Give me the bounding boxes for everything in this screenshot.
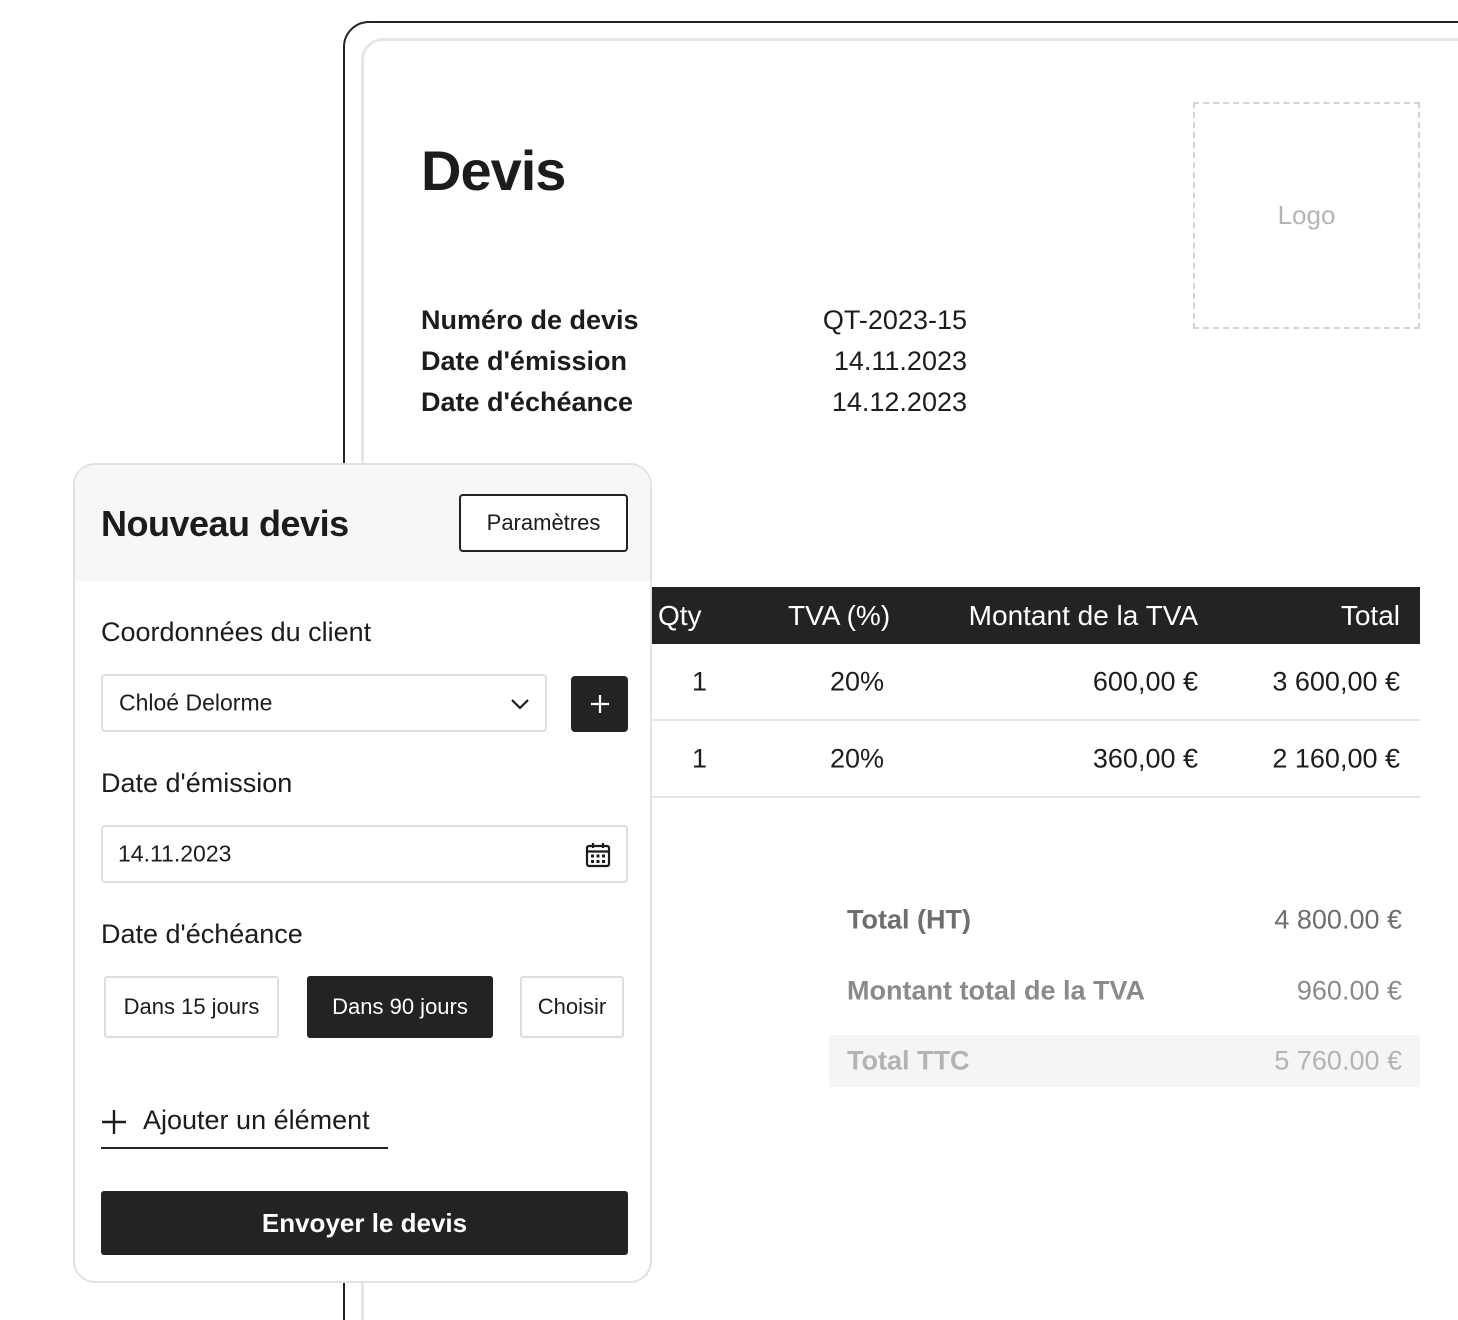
summary-total-ht-value: 4 800.00 € [1274,904,1402,935]
cell-qty: 1 [692,743,708,773]
add-client-button[interactable] [571,676,628,732]
due-date-row: Date d'échéance 14.12.2023 [421,387,967,421]
column-header-tva: TVA (%) [788,599,891,631]
cell-tva-amount: 600,00 € [1092,666,1198,696]
issue-date-input[interactable]: 14.11.2023 [101,825,628,883]
column-header-tva-amount: Montant de la TVA [968,599,1198,631]
add-item-link[interactable]: Ajouter un élément [101,1105,388,1149]
panel-header: Nouveau devis Paramètres [75,465,650,581]
document-title: Devis [421,139,566,202]
chevron-down-icon [511,699,529,710]
quote-number-value: QT-2023-15 [822,305,967,335]
cell-tva: 20% [830,666,885,696]
issue-date-value: 14.11.2023 [833,346,967,376]
summary-total-tva: Montant total de la TVA 960.00 € [829,965,1420,1017]
send-quote-button[interactable]: Envoyer le devis [101,1191,628,1255]
table-row: 1 20% 600,00 € 3 600,00 € [640,644,1420,721]
due-date-field-label: Date d'échéance [101,919,303,949]
items-table-header: Qty TVA (%) Montant de la TVA Total [640,587,1420,644]
add-item-label: Ajouter un élément [143,1105,370,1135]
summary-total-ht-label: Total (HT) [847,904,971,935]
panel-title: Nouveau devis [101,503,349,544]
stage: Devis Logo Numéro de devis QT-2023-15 Da… [0,0,1458,1320]
new-quote-panel: Nouveau devis Paramètres Coordonnées du … [73,463,652,1283]
issue-date-row: Date d'émission 14.11.2023 [421,346,967,380]
settings-button[interactable]: Paramètres [459,494,628,552]
client-select[interactable]: Chloé Delorme [101,674,547,732]
cell-tva-amount: 360,00 € [1092,743,1198,773]
summary-total-ht: Total (HT) 4 800.00 € [829,894,1420,946]
summary-total-ttc-value: 5 760.00 € [1274,1045,1402,1076]
cell-tva: 20% [830,743,885,773]
due-date-label: Date d'échéance [421,387,634,417]
plus-icon [102,1110,126,1134]
due-option-choose[interactable]: Choisir [520,976,624,1038]
cell-total: 3 600,00 € [1272,666,1400,696]
logo-placeholder[interactable]: Logo [1193,102,1420,329]
logo-placeholder-label: Logo [1277,200,1336,230]
calendar-icon[interactable] [584,841,612,869]
quote-number-label: Numéro de devis [421,305,639,335]
summary-total-tva-label: Montant total de la TVA [847,975,1145,1006]
due-option-90-days[interactable]: Dans 90 jours [307,976,493,1038]
column-header-qty: Qty [658,599,702,631]
cell-total: 2 160,00 € [1272,743,1400,773]
issue-date-label: Date d'émission [421,346,627,376]
summary-total-ttc-label: Total TTC [847,1045,970,1076]
due-option-15-days[interactable]: Dans 15 jours [104,976,279,1038]
client-select-value: Chloé Delorme [119,689,273,716]
issue-date-field-label: Date d'émission [101,768,293,798]
client-label: Coordonnées du client [101,617,372,647]
cell-qty: 1 [692,666,708,696]
plus-icon [590,695,609,713]
summary-total-tva-value: 960.00 € [1296,975,1402,1006]
quote-number-row: Numéro de devis QT-2023-15 [421,305,967,339]
column-header-total: Total [1340,599,1400,631]
due-date-value: 14.12.2023 [831,387,967,417]
table-row: 1 20% 360,00 € 2 160,00 € [640,721,1420,798]
issue-date-input-value: 14.11.2023 [118,840,232,867]
summary-total-ttc: Total TTC 5 760.00 € [829,1035,1420,1087]
